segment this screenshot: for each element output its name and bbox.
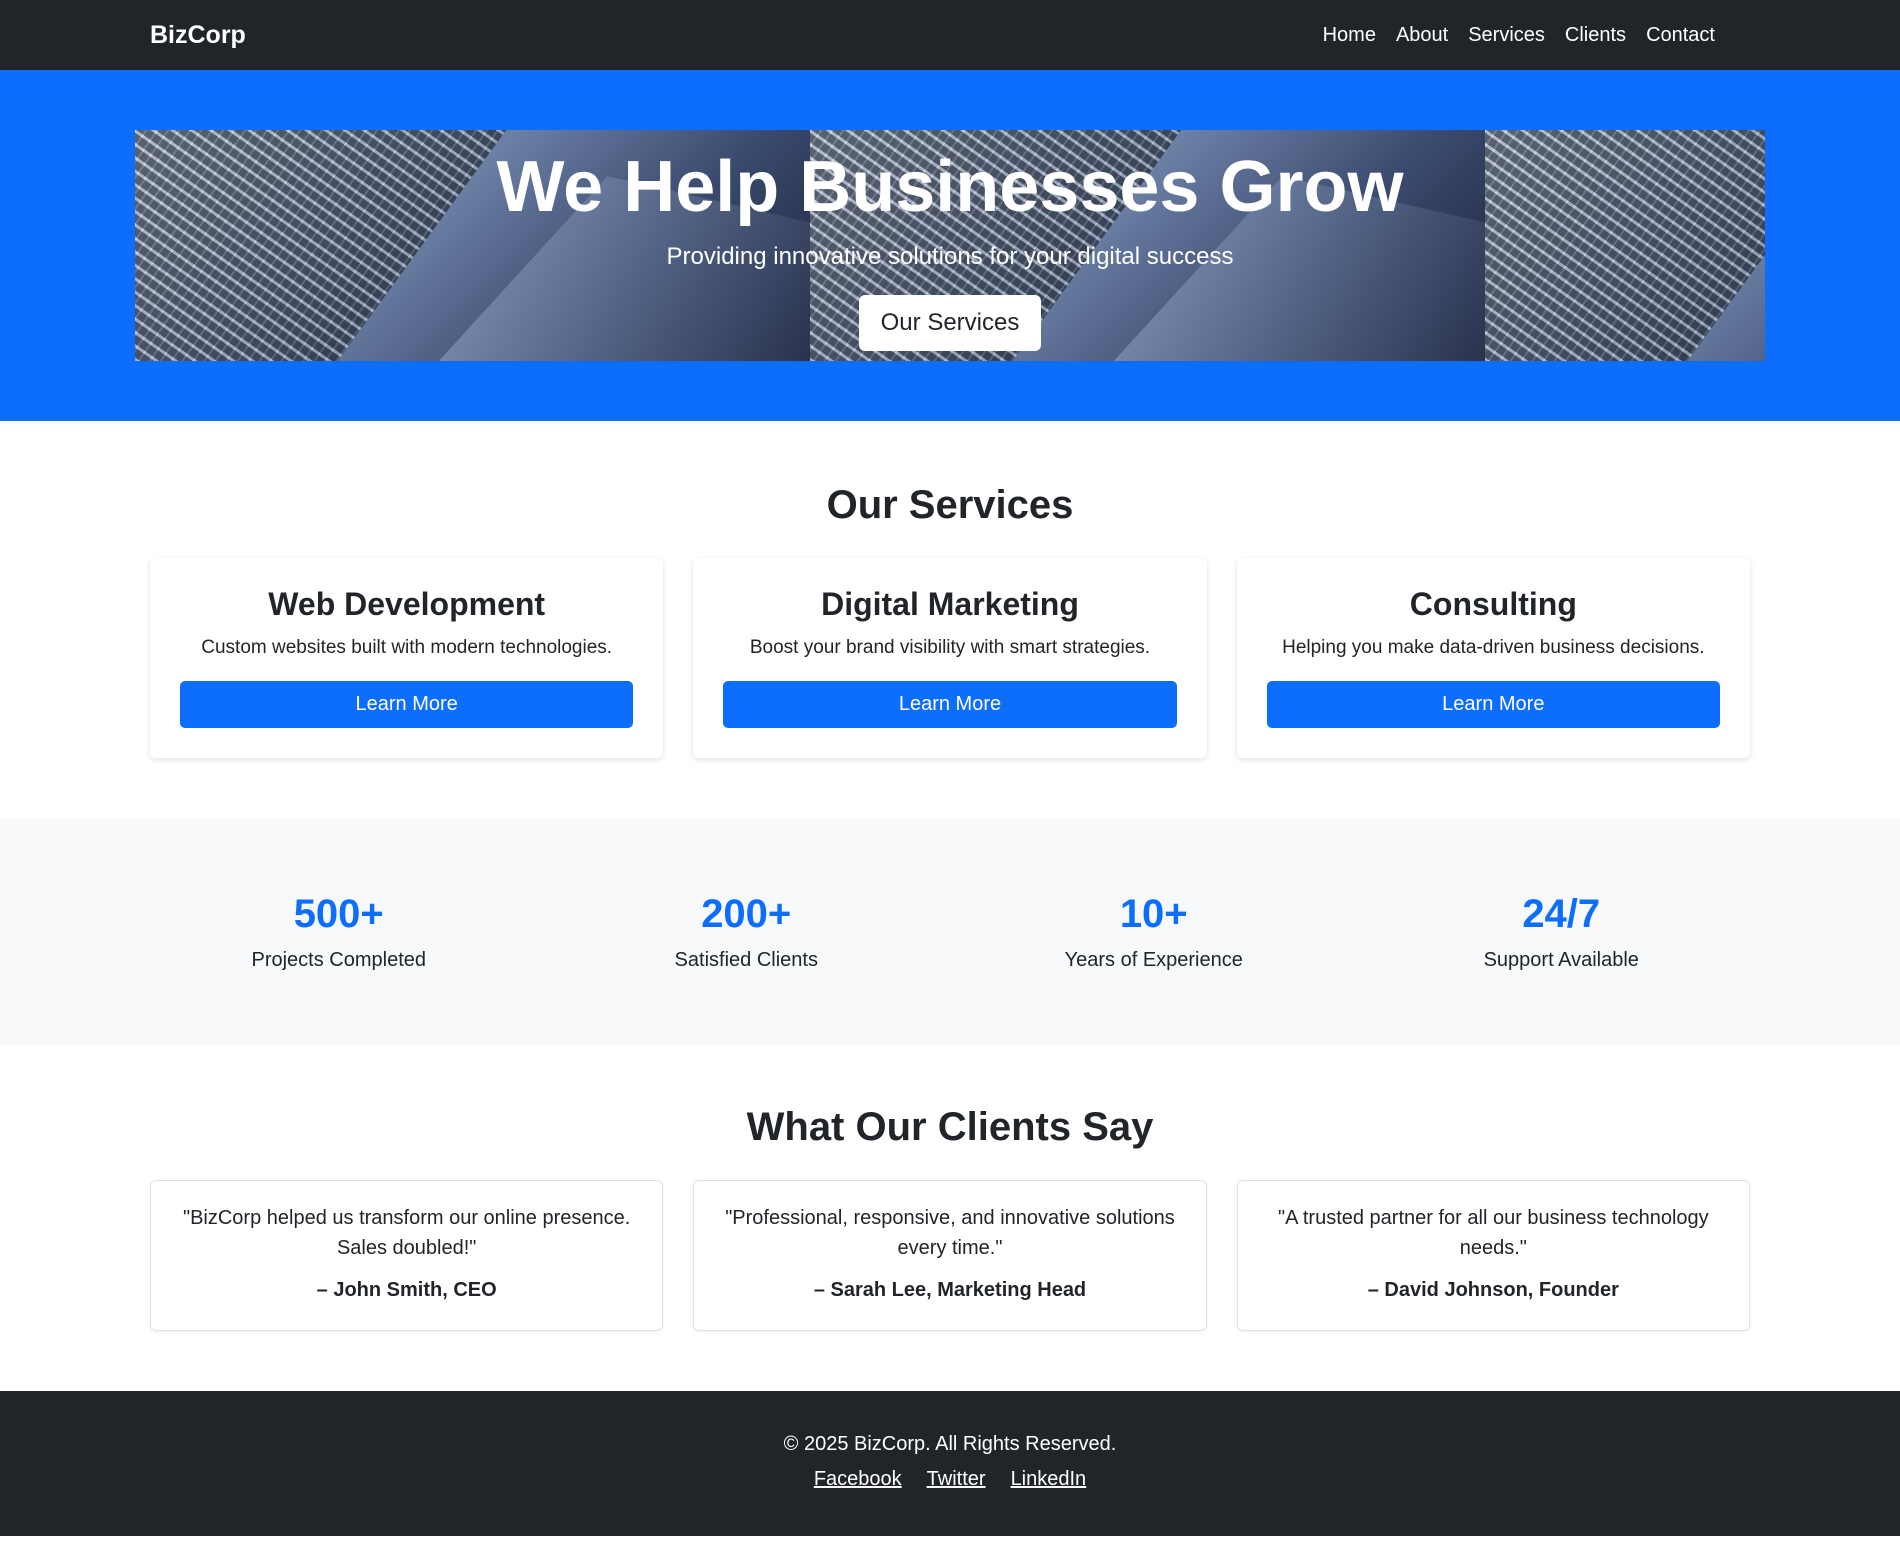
stat-value: 10+	[1119, 891, 1188, 936]
services-section: Our Services Web Development Custom webs…	[0, 421, 1900, 818]
testimonial-author: – John Smith, CEO	[316, 1279, 497, 1301]
stat-label: Projects Completed	[251, 948, 427, 971]
service-card-title: Web Development	[268, 586, 546, 622]
service-card-text: Helping you make data-driven business de…	[1282, 637, 1705, 658]
stat-label: Satisfied Clients	[674, 948, 818, 971]
service-card-title: Digital Marketing	[821, 586, 1079, 622]
service-card-text: Boost your brand visibility with smart s…	[749, 637, 1151, 658]
our-services-button[interactable]: Our Services	[858, 294, 1042, 351]
stat-clients: 200+ Satisfied Clients	[543, 892, 951, 972]
nav-link-home[interactable]: Home	[1323, 24, 1376, 47]
testimonial-card: "BizCorp helped us transform our online …	[150, 1180, 664, 1331]
copyright-text: © 2025 BizCorp. All Rights Reserved.	[783, 1433, 1117, 1455]
testimonial-author: – Sarah Lee, Marketing Head	[813, 1279, 1087, 1301]
stat-value: 24/7	[1522, 891, 1601, 936]
stat-label: Support Available	[1483, 948, 1639, 971]
stats-section: 500+ Projects Completed 200+ Satisfied C…	[0, 818, 1900, 1045]
hero-content: We Help Businesses Grow Providing innova…	[496, 141, 1404, 351]
nav-link-services[interactable]: Services	[1468, 24, 1545, 47]
learn-more-button[interactable]: Learn More	[1266, 681, 1720, 728]
testimonial-quote: "A trusted partner for all our business …	[1277, 1207, 1709, 1259]
testimonial-quote: "BizCorp helped us transform our online …	[182, 1207, 631, 1259]
testimonial-author: – David Johnson, Founder	[1367, 1279, 1619, 1301]
testimonials-section: What Our Clients Say "BizCorp helped us …	[0, 1045, 1900, 1391]
linkedin-link[interactable]: LinkedIn	[1011, 1468, 1087, 1491]
service-card-title: Consulting	[1409, 586, 1577, 622]
service-card-web-development: Web Development Custom websites built wi…	[150, 558, 664, 758]
building-image-tile	[1485, 130, 1765, 361]
service-card-digital-marketing: Digital Marketing Boost your brand visib…	[693, 558, 1207, 758]
nav-link-about[interactable]: About	[1396, 24, 1448, 47]
brand-logo[interactable]: BizCorp	[150, 21, 246, 50]
testimonial-quote: "Professional, responsive, and innovativ…	[725, 1207, 1175, 1259]
twitter-link[interactable]: Twitter	[927, 1468, 986, 1491]
testimonials-title: What Our Clients Say	[746, 1105, 1154, 1149]
stat-label: Years of Experience	[1064, 948, 1243, 971]
stat-value: 500+	[293, 891, 384, 936]
nav-links: Home About Services Clients Contact	[1323, 24, 1715, 47]
testimonial-card: "Professional, responsive, and innovativ…	[693, 1180, 1207, 1331]
nav-link-contact[interactable]: Contact	[1646, 24, 1715, 47]
navbar: BizCorp Home About Services Clients Cont…	[0, 0, 1900, 70]
stat-projects: 500+ Projects Completed	[135, 892, 543, 972]
stat-support: 24/7 Support Available	[1358, 892, 1766, 972]
nav-link-clients[interactable]: Clients	[1565, 24, 1626, 47]
stat-experience: 10+ Years of Experience	[950, 892, 1358, 972]
services-cards: Web Development Custom websites built wi…	[135, 558, 1765, 758]
learn-more-button[interactable]: Learn More	[723, 681, 1177, 728]
services-title: Our Services	[826, 483, 1074, 527]
footer: © 2025 BizCorp. All Rights Reserved. Fac…	[0, 1391, 1900, 1536]
social-links: Facebook Twitter LinkedIn	[0, 1468, 1900, 1491]
facebook-link[interactable]: Facebook	[814, 1468, 902, 1491]
service-card-text: Custom websites built with modern techno…	[201, 637, 613, 658]
hero-subtitle: Providing innovative solutions for your …	[666, 242, 1234, 270]
learn-more-button[interactable]: Learn More	[180, 681, 634, 728]
testimonial-cards: "BizCorp helped us transform our online …	[135, 1180, 1765, 1331]
hero-section: We Help Businesses Grow Providing innova…	[0, 70, 1900, 421]
testimonial-card: "A trusted partner for all our business …	[1236, 1180, 1750, 1331]
hero-banner: We Help Businesses Grow Providing innova…	[135, 130, 1765, 361]
service-card-consulting: Consulting Helping you make data-driven …	[1236, 558, 1750, 758]
hero-title: We Help Businesses Grow	[496, 146, 1404, 227]
stat-value: 200+	[701, 891, 792, 936]
